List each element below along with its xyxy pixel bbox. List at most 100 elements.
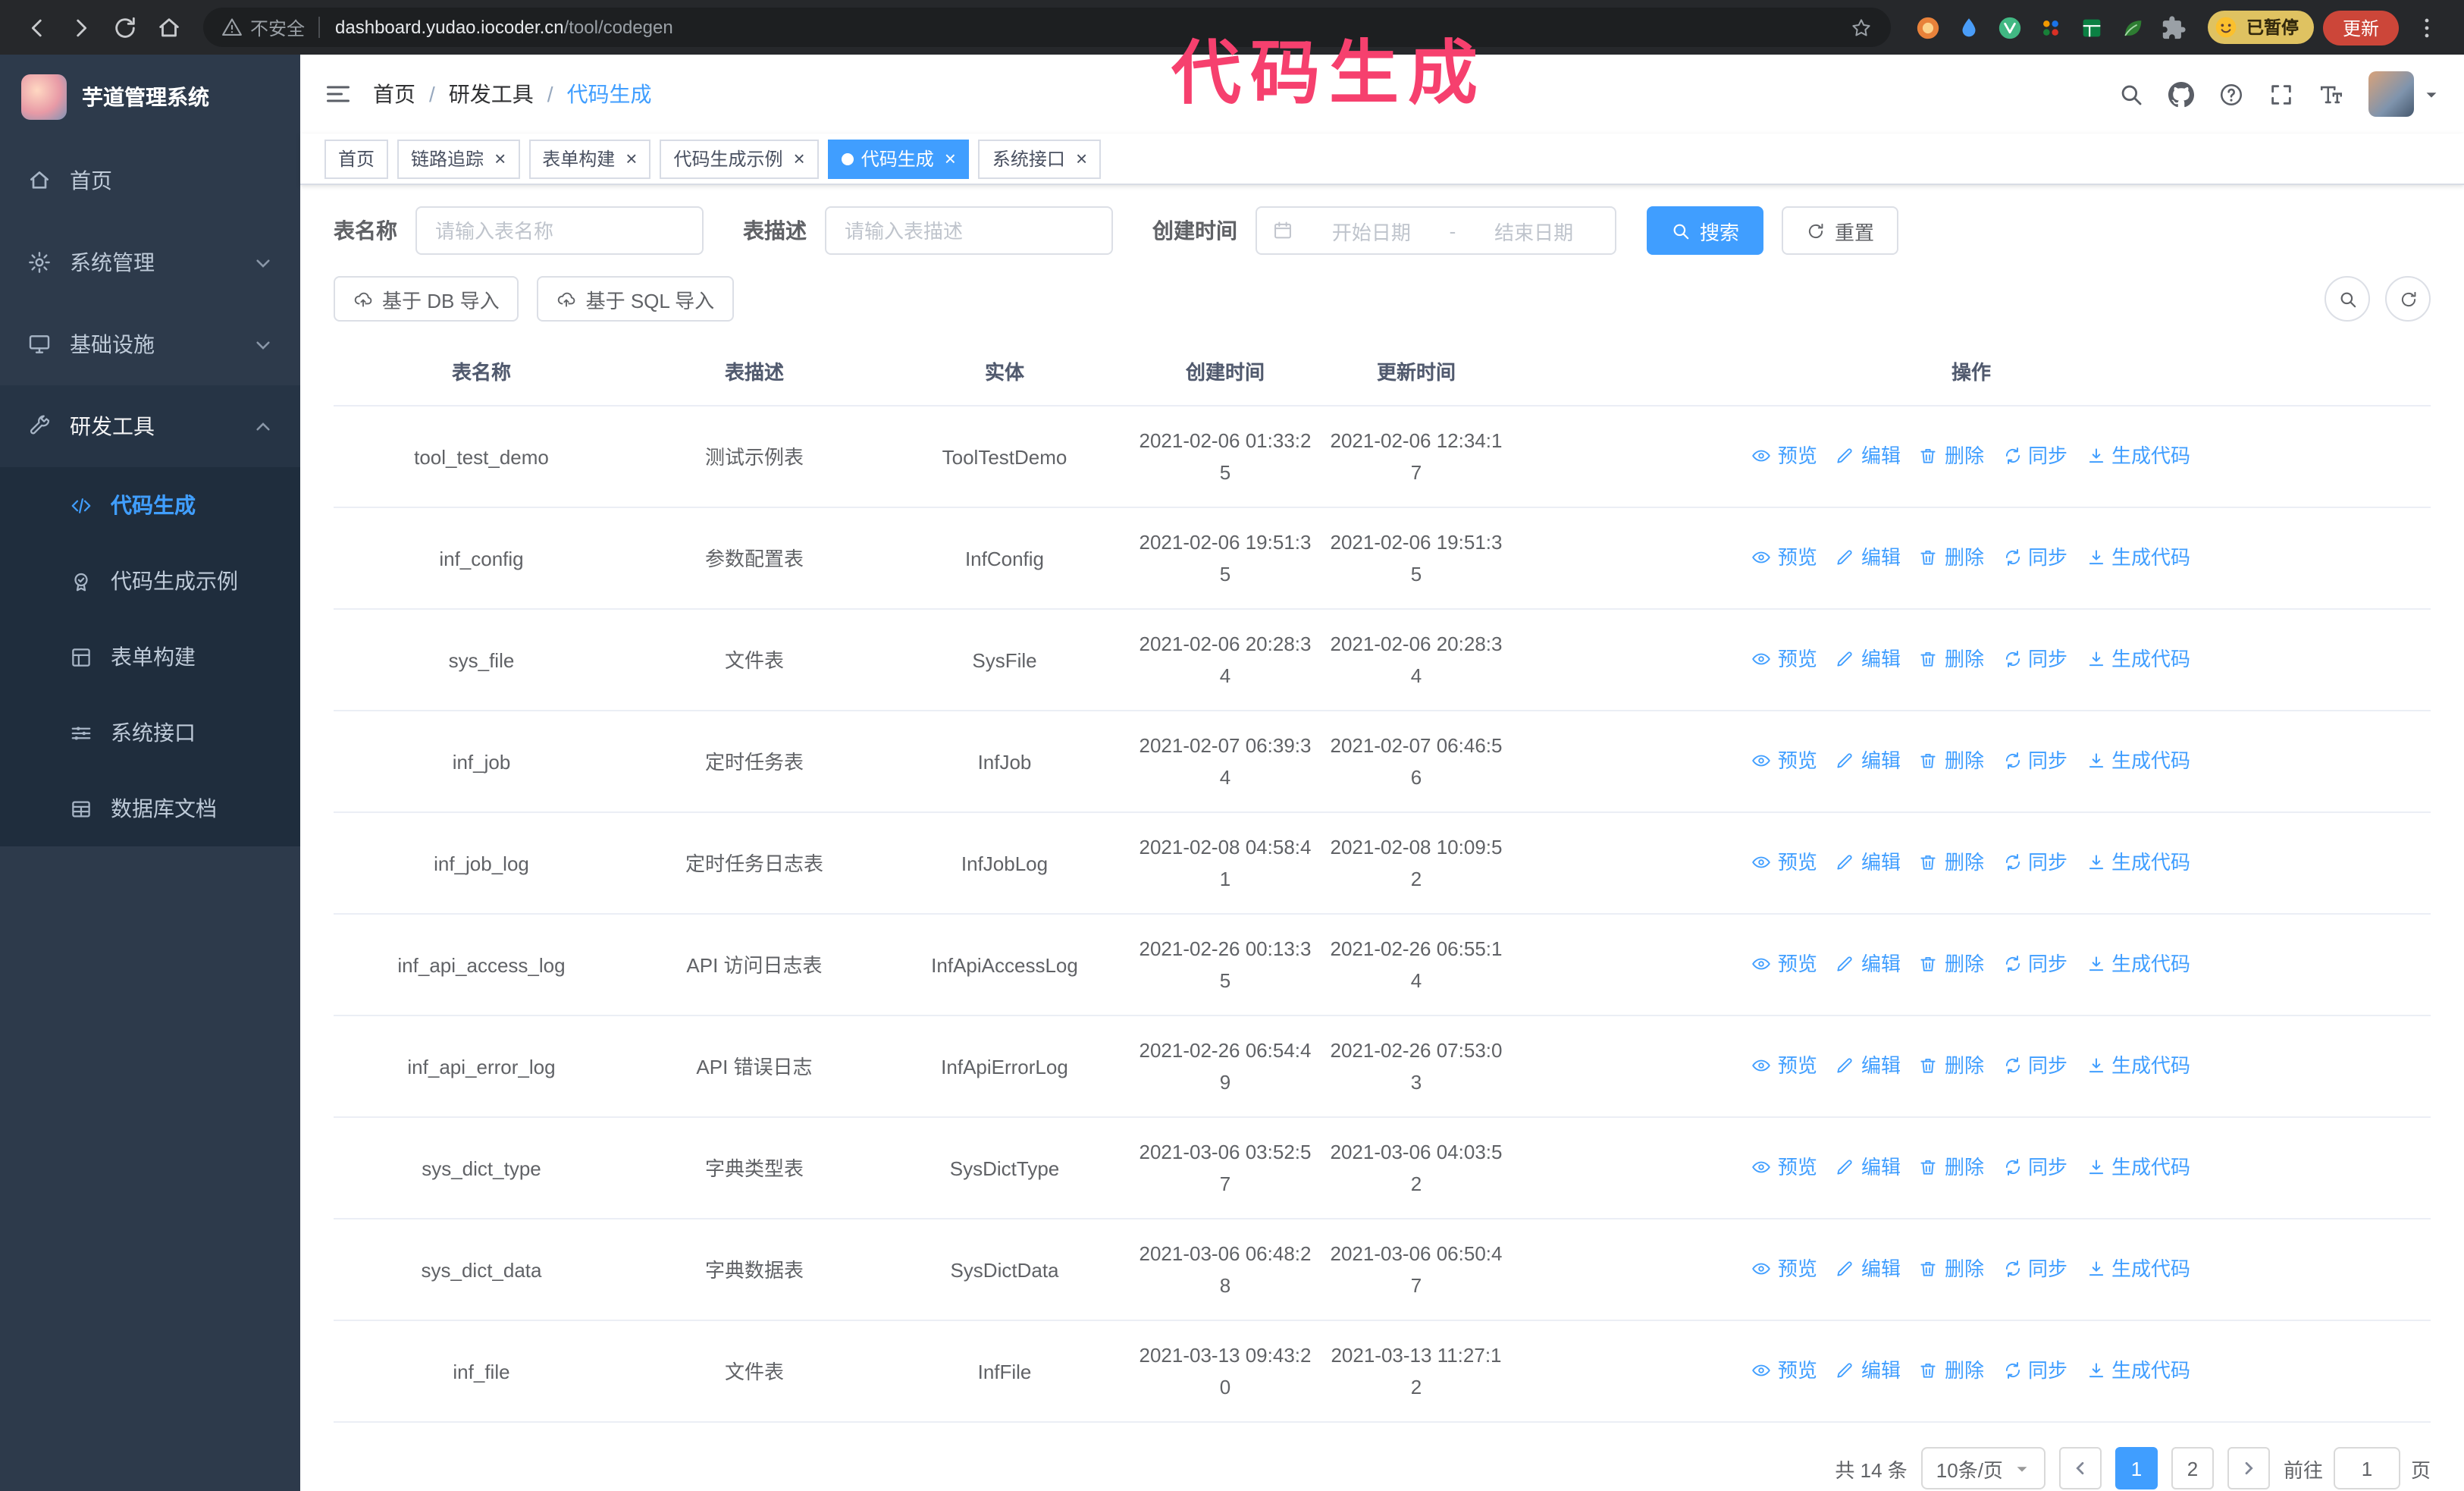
sidebar-item-db-doc[interactable]: 数据库文档	[0, 771, 300, 846]
prev-page-button[interactable]	[2058, 1447, 2102, 1489]
app-logo-row[interactable]: 芋道管理系统	[0, 55, 300, 140]
edit-button[interactable]: 编辑	[1835, 439, 1901, 471]
edit-button[interactable]: 编辑	[1835, 947, 1901, 979]
search-button[interactable]: 搜索	[1647, 206, 1764, 255]
tab-form-builder[interactable]: 表单构建 ×	[528, 139, 651, 178]
import-sql-button[interactable]: 基于 SQL 导入	[537, 276, 735, 322]
extension-orange-icon[interactable]	[1916, 14, 1942, 40]
generate-button[interactable]: 生成代码	[2086, 642, 2190, 674]
sidebar-item-infra[interactable]: 基础设施	[0, 303, 300, 385]
sidebar-item-home[interactable]: 首页	[0, 140, 300, 221]
edit-button[interactable]: 编辑	[1835, 1049, 1901, 1081]
preview-button[interactable]: 预览	[1752, 642, 1817, 674]
sync-button[interactable]: 同步	[2002, 846, 2067, 877]
edit-button[interactable]: 编辑	[1835, 1252, 1901, 1284]
preview-button[interactable]: 预览	[1752, 744, 1817, 776]
sync-button[interactable]: 同步	[2002, 947, 2067, 979]
extension-leaf-icon[interactable]	[2121, 14, 2146, 40]
generate-button[interactable]: 生成代码	[2086, 439, 2190, 471]
preview-button[interactable]: 预览	[1752, 947, 1817, 979]
table-desc-input[interactable]	[825, 206, 1113, 255]
generate-button[interactable]: 生成代码	[2086, 947, 2190, 979]
goto-page-input[interactable]	[2333, 1447, 2400, 1489]
back-icon[interactable]	[24, 14, 50, 40]
extension-vue-icon[interactable]	[1998, 14, 2024, 40]
user-menu[interactable]	[2368, 71, 2440, 117]
generate-button[interactable]: 生成代码	[2086, 744, 2190, 776]
extension-puzzle-icon[interactable]	[2161, 14, 2187, 40]
edit-button[interactable]: 编辑	[1835, 744, 1901, 776]
sidebar-item-system-api[interactable]: 系统接口	[0, 695, 300, 771]
generate-button[interactable]: 生成代码	[2086, 1049, 2190, 1081]
header-search-icon[interactable]	[2118, 81, 2144, 107]
preview-button[interactable]: 预览	[1752, 1049, 1817, 1081]
edit-button[interactable]: 编辑	[1835, 1354, 1901, 1386]
sidebar-item-system[interactable]: 系统管理	[0, 221, 300, 303]
edit-button[interactable]: 编辑	[1835, 846, 1901, 877]
help-icon[interactable]	[2218, 81, 2244, 107]
delete-button[interactable]: 删除	[1919, 541, 1984, 573]
page-size-select[interactable]: 10条/页	[1920, 1447, 2045, 1489]
preview-button[interactable]: 预览	[1752, 1252, 1817, 1284]
sync-button[interactable]: 同步	[2002, 1252, 2067, 1284]
tab-close-icon[interactable]: ×	[1076, 149, 1087, 168]
sync-button[interactable]: 同步	[2002, 1150, 2067, 1182]
tab-close-icon[interactable]: ×	[625, 149, 637, 168]
tab-close-icon[interactable]: ×	[794, 149, 805, 168]
preview-button[interactable]: 预览	[1752, 541, 1817, 573]
bookmark-star-icon[interactable]	[1851, 16, 1873, 39]
generate-button[interactable]: 生成代码	[2086, 1150, 2190, 1182]
extension-people-icon[interactable]	[2039, 14, 2064, 40]
table-name-input[interactable]	[415, 206, 704, 255]
fullscreen-icon[interactable]	[2268, 81, 2294, 107]
delete-button[interactable]: 删除	[1919, 642, 1984, 674]
delete-button[interactable]: 删除	[1919, 1354, 1984, 1386]
tab-codegen-example[interactable]: 代码生成示例 ×	[660, 139, 819, 178]
delete-button[interactable]: 删除	[1919, 439, 1984, 471]
generate-button[interactable]: 生成代码	[2086, 846, 2190, 877]
sidebar-item-devtools[interactable]: 研发工具	[0, 385, 300, 467]
delete-button[interactable]: 删除	[1919, 947, 1984, 979]
sync-button[interactable]: 同步	[2002, 439, 2067, 471]
tab-home[interactable]: 首页	[324, 139, 389, 178]
paused-badge[interactable]: 已暂停	[2208, 11, 2314, 44]
tab-tracer[interactable]: 链路追踪 ×	[397, 139, 520, 178]
hamburger-icon[interactable]	[324, 80, 352, 108]
next-page-button[interactable]	[2227, 1447, 2270, 1489]
reset-button[interactable]: 重置	[1782, 206, 1899, 255]
sync-button[interactable]: 同步	[2002, 744, 2067, 776]
delete-button[interactable]: 删除	[1919, 1252, 1984, 1284]
tab-codegen[interactable]: 代码生成 ×	[827, 139, 970, 178]
sync-button[interactable]: 同步	[2002, 642, 2067, 674]
delete-button[interactable]: 删除	[1919, 846, 1984, 877]
browser-home-icon[interactable]	[156, 14, 182, 40]
sidebar-item-codegen-example[interactable]: 代码生成示例	[0, 543, 300, 619]
create-time-range[interactable]: 开始日期 - 结束日期	[1256, 206, 1616, 255]
tab-close-icon[interactable]: ×	[945, 149, 956, 168]
edit-button[interactable]: 编辑	[1835, 642, 1901, 674]
edit-button[interactable]: 编辑	[1835, 541, 1901, 573]
preview-button[interactable]: 预览	[1752, 1150, 1817, 1182]
preview-button[interactable]: 预览	[1752, 439, 1817, 471]
tab-system-api[interactable]: 系统接口 ×	[978, 139, 1102, 178]
extension-sheet-icon[interactable]	[2080, 14, 2105, 40]
delete-button[interactable]: 删除	[1919, 1150, 1984, 1182]
tab-close-icon[interactable]: ×	[494, 149, 506, 168]
update-button[interactable]: 更新	[2322, 10, 2399, 45]
delete-button[interactable]: 删除	[1919, 1049, 1984, 1081]
forward-icon[interactable]	[68, 14, 94, 40]
kebab-menu-icon[interactable]	[2414, 14, 2440, 40]
generate-button[interactable]: 生成代码	[2086, 541, 2190, 573]
breadcrumb-item[interactable]: 研发工具	[449, 79, 534, 109]
font-size-icon[interactable]	[2318, 81, 2344, 107]
sync-button[interactable]: 同步	[2002, 541, 2067, 573]
page-button-2[interactable]: 2	[2171, 1447, 2214, 1489]
edit-button[interactable]: 编辑	[1835, 1150, 1901, 1182]
page-button-1[interactable]: 1	[2114, 1447, 2158, 1489]
toggle-search-button[interactable]	[2324, 276, 2370, 322]
preview-button[interactable]: 预览	[1752, 846, 1817, 877]
sync-button[interactable]: 同步	[2002, 1354, 2067, 1386]
refresh-table-button[interactable]	[2385, 276, 2431, 322]
breadcrumb-item[interactable]: 首页	[373, 79, 415, 109]
reload-icon[interactable]	[112, 14, 138, 40]
